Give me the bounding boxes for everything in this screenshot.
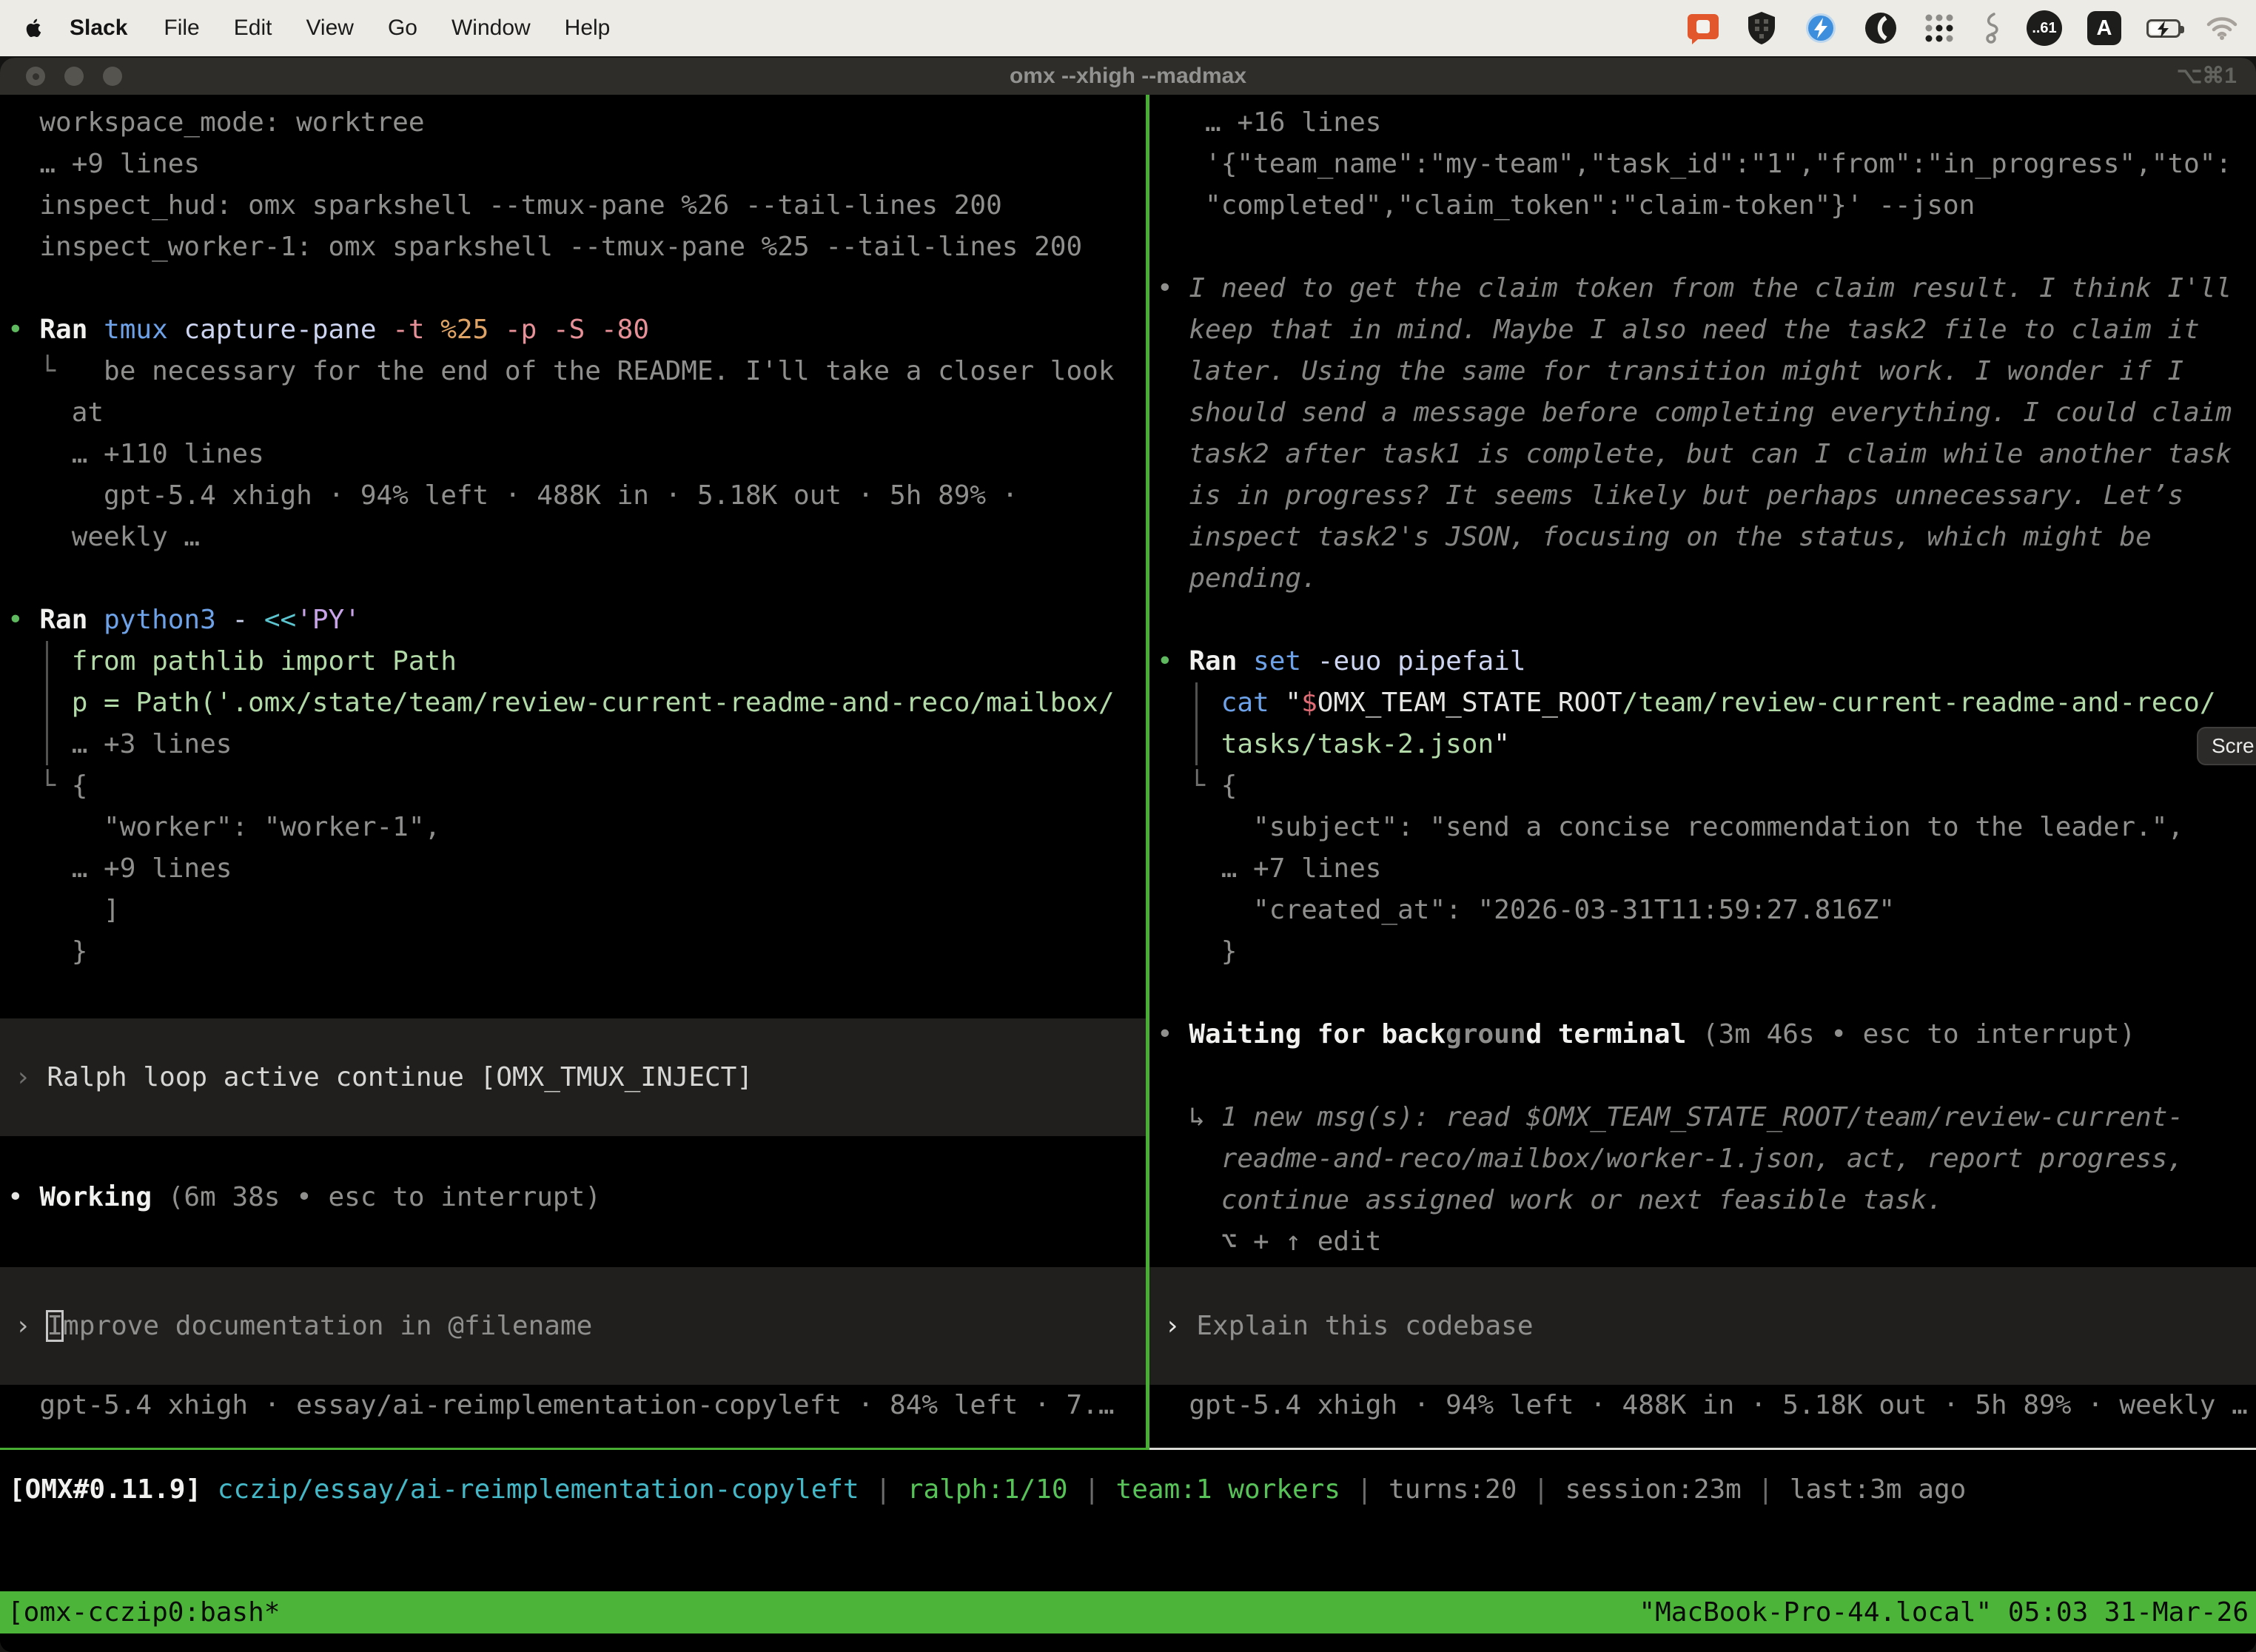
terminal-line: p = Path('.omx/state/team/review-current… bbox=[7, 682, 1146, 724]
terminal-line: ↳ 1 new msg(s): read $OMX_TEAM_STATE_ROO… bbox=[1157, 1097, 2256, 1138]
menu-bar: Slack File Edit View Go Window Help bbox=[0, 0, 2256, 56]
terminal-line bbox=[7, 558, 1146, 600]
blue-badge-bolt-icon[interactable] bbox=[1803, 10, 1839, 46]
terminal-line: } bbox=[1157, 931, 2256, 973]
right-pane: … +16 lines '{"team_name":"my-team","tas… bbox=[1149, 95, 2256, 1448]
tmux-panes: workspace_mode: worktree … +9 lines insp… bbox=[0, 95, 2256, 1448]
tmux-status-bar: [omx-cczip0:bash* "MacBook-Pro-44.local"… bbox=[0, 1591, 2256, 1633]
terminal-line: readme-and-reco/mailbox/worker-1.json, a… bbox=[1157, 1138, 2256, 1180]
terminal-line: • Ran python3 - <<'PY' bbox=[7, 600, 1146, 641]
terminal-line: • I need to get the claim token from the… bbox=[1157, 268, 2256, 309]
prompt-input-band[interactable]: › Ralph loop active continue [OMX_TMUX_I… bbox=[0, 1018, 1146, 1136]
squiggle-icon[interactable] bbox=[1981, 12, 2001, 44]
terminal-line: • Ran tmux capture-pane -t %25 -p -S -80 bbox=[7, 309, 1146, 351]
terminal-line: workspace_mode: worktree bbox=[7, 102, 1146, 144]
terminal-line: inspect_worker-1: omx sparkshell --tmux-… bbox=[7, 226, 1146, 268]
terminal-line: keep that in mind. Maybe I also need the… bbox=[1157, 309, 2256, 351]
terminal-line: gpt-5.4 xhigh · 94% left · 488K in · 5.1… bbox=[1157, 1385, 2256, 1426]
terminal-line: └ { bbox=[7, 765, 1146, 807]
window-title: omx --xhigh --madmax bbox=[0, 58, 2256, 95]
terminal-line: task2 after task1 is complete, but can I… bbox=[1157, 434, 2256, 475]
left-pane: workspace_mode: worktree … +9 lines insp… bbox=[0, 95, 1146, 1448]
menu-item-window[interactable]: Window bbox=[451, 16, 531, 40]
terminal-line: … +3 lines bbox=[7, 724, 1146, 765]
terminal-line: should send a message before completing … bbox=[1157, 392, 2256, 434]
menu-items: File Edit View Go Window Help bbox=[147, 16, 627, 41]
terminal-line: • Ran set -euo pipefail bbox=[1157, 641, 2256, 682]
terminal-line: └ be necessary for the end of the README… bbox=[7, 351, 1146, 392]
terminal-line: … +9 lines bbox=[7, 848, 1146, 890]
dots-grid-icon[interactable] bbox=[1923, 12, 1955, 44]
terminal-line: … +110 lines bbox=[7, 434, 1146, 475]
hud-pane: [OMX#0.11.9] cczip/essay/ai-reimplementa… bbox=[0, 1450, 2256, 1591]
terminal-line: pending. bbox=[1157, 558, 2256, 600]
terminal-line: weekly … bbox=[7, 517, 1146, 558]
terminal-line: … +7 lines bbox=[1157, 848, 2256, 890]
keyboard-layout-icon[interactable]: A bbox=[2087, 11, 2121, 45]
terminal-line: ⌥ + ↑ edit bbox=[1157, 1221, 2256, 1263]
menu-item-file[interactable]: File bbox=[164, 16, 199, 40]
terminal-line bbox=[1157, 600, 2256, 641]
terminal-window: omx --xhigh --madmax ⌥⌘1 workspace_mode:… bbox=[0, 58, 2256, 1652]
terminal-line: ] bbox=[7, 890, 1146, 931]
terminal-line: … +16 lines bbox=[1157, 102, 2256, 144]
terminal-line: gpt-5.4 xhigh · essay/ai-reimplementatio… bbox=[7, 1385, 1146, 1426]
battery-icon[interactable] bbox=[2146, 19, 2181, 38]
prompt-input-band[interactable]: › Explain this codebase bbox=[1149, 1267, 2256, 1385]
terminal-line: inspect task2's JSON, focusing on the st… bbox=[1157, 517, 2256, 558]
menu-item-edit[interactable]: Edit bbox=[234, 16, 272, 40]
terminal-line: tasks/task-2.json" bbox=[1157, 724, 2256, 765]
badge-61-icon[interactable]: ..61 bbox=[2027, 10, 2062, 46]
screen-tooltip: Scre bbox=[2197, 727, 2256, 765]
terminal-line: '{"team_name":"my-team","task_id":"1","f… bbox=[1157, 144, 2256, 185]
terminal-line bbox=[1157, 1055, 2256, 1097]
text-cursor: I bbox=[47, 1311, 63, 1341]
menu-item-go[interactable]: Go bbox=[388, 16, 417, 40]
menu-item-help[interactable]: Help bbox=[565, 16, 611, 40]
terminal-line: later. Using the same for transition mig… bbox=[1157, 351, 2256, 392]
terminal-line: cat "$OMX_TEAM_STATE_ROOT/team/review-cu… bbox=[1157, 682, 2256, 724]
terminal-line: └ { bbox=[1157, 765, 2256, 807]
terminal-line bbox=[1157, 226, 2256, 268]
apple-menu-icon[interactable] bbox=[25, 17, 44, 39]
terminal-line: "created_at": "2026-03-31T11:59:27.816Z" bbox=[1157, 890, 2256, 931]
terminal-line: … +9 lines bbox=[7, 144, 1146, 185]
app-menu-title[interactable]: Slack bbox=[70, 16, 127, 41]
terminal-line: at bbox=[7, 392, 1146, 434]
terminal-line bbox=[7, 268, 1146, 309]
notification-bubble-icon[interactable] bbox=[1686, 11, 1720, 45]
tmux-host-clock: "MacBook-Pro-44.local" 05:03 31-Mar-26 bbox=[1639, 1597, 2249, 1628]
terminal-line: gpt-5.4 xhigh · 94% left · 488K in · 5.1… bbox=[7, 475, 1146, 517]
window-shortcut-badge: ⌥⌘1 bbox=[2177, 58, 2237, 95]
terminal-line: from pathlib import Path bbox=[7, 641, 1146, 682]
terminal-line: continue assigned work or next feasible … bbox=[1157, 1180, 2256, 1221]
prompt-input-band[interactable]: › Improve documentation in @filename bbox=[0, 1267, 1146, 1385]
dark-circle-arc-icon[interactable] bbox=[1864, 11, 1898, 45]
terminal-line: is in progress? It seems likely but perh… bbox=[1157, 475, 2256, 517]
terminal-line: • Waiting for background terminal (3m 46… bbox=[1157, 1014, 2256, 1055]
terminal-line: "subject": "send a concise recommendatio… bbox=[1157, 807, 2256, 848]
terminal-line: "completed","claim_token":"claim-token"}… bbox=[1157, 185, 2256, 226]
terminal-line: • Working (6m 38s • esc to interrupt) bbox=[7, 1177, 1146, 1218]
terminal-line: "worker": "worker-1", bbox=[7, 807, 1146, 848]
terminal-line: [OMX#0.11.9] cczip/essay/ai-reimplementa… bbox=[9, 1469, 2256, 1511]
window-titlebar[interactable]: omx --xhigh --madmax ⌥⌘1 bbox=[0, 58, 2256, 95]
wifi-icon[interactable] bbox=[2206, 16, 2238, 41]
shield-grid-icon[interactable] bbox=[1745, 10, 1778, 46]
terminal-line: inspect_hud: omx sparkshell --tmux-pane … bbox=[7, 185, 1146, 226]
terminal-line bbox=[1157, 973, 2256, 1014]
terminal-line: } bbox=[7, 931, 1146, 973]
menu-item-view[interactable]: View bbox=[306, 16, 353, 40]
tmux-session-window[interactable]: [omx-cczip0:bash* bbox=[7, 1597, 280, 1628]
